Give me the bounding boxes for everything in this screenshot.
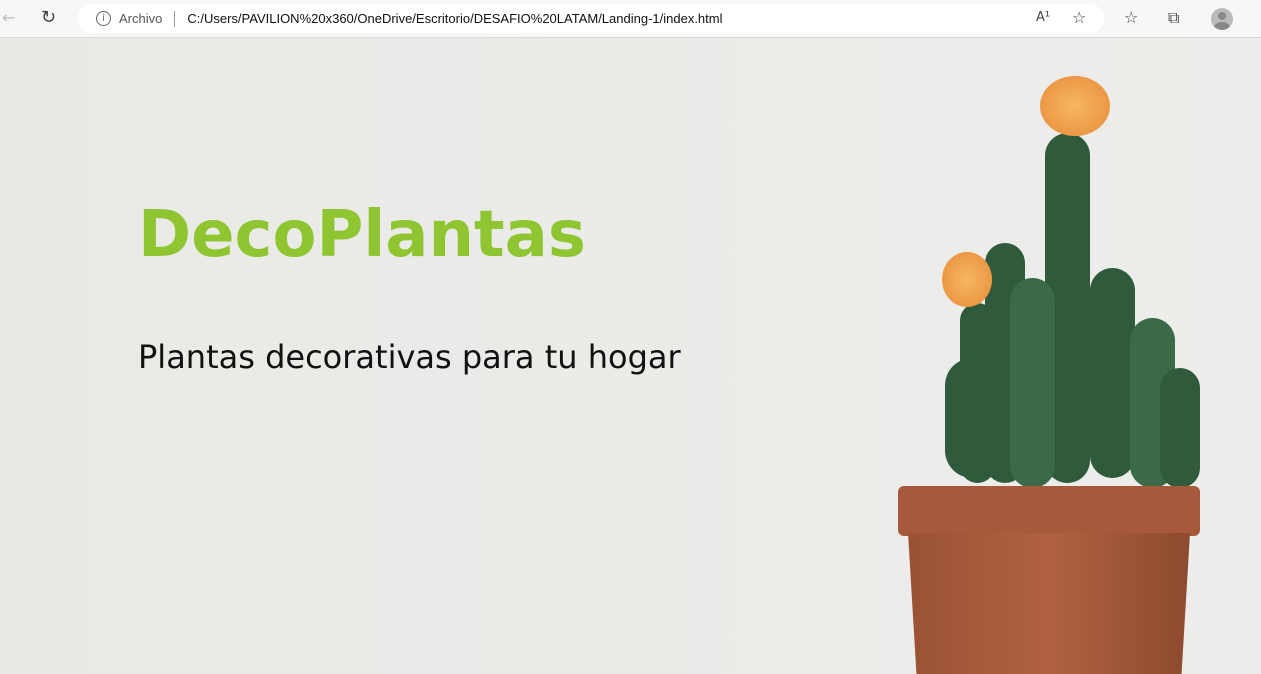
url-text[interactable]: C:/Users/PAVILION%20x360/OneDrive/Escrit… [187,11,722,26]
hero-section: DecoPlantas Plantas decorativas para tu … [0,38,1261,674]
collections-icon[interactable]: ⧉ [1168,10,1179,26]
read-aloud-icon[interactable]: A¹ [1036,11,1050,24]
address-prefix: Archivo [119,11,163,26]
favorites-icon[interactable]: ☆ [1124,10,1138,26]
add-favorite-icon[interactable]: ☆ [1072,10,1086,26]
address-bar[interactable]: i Archivo C:/Users/PAVILION%20x360/OneDr… [78,4,1104,33]
page-subtitle: Plantas decorativas para tu hogar [138,338,681,376]
info-icon[interactable]: i [96,11,111,26]
page-title: DecoPlantas [138,198,586,272]
refresh-icon[interactable]: ↻ [41,9,56,27]
back-icon[interactable]: ← [2,10,15,26]
browser-toolbar: ← ↻ i Archivo C:/Users/PAVILION%20x360/O… [0,0,1261,38]
divider [174,10,176,27]
profile-avatar[interactable] [1211,8,1233,30]
